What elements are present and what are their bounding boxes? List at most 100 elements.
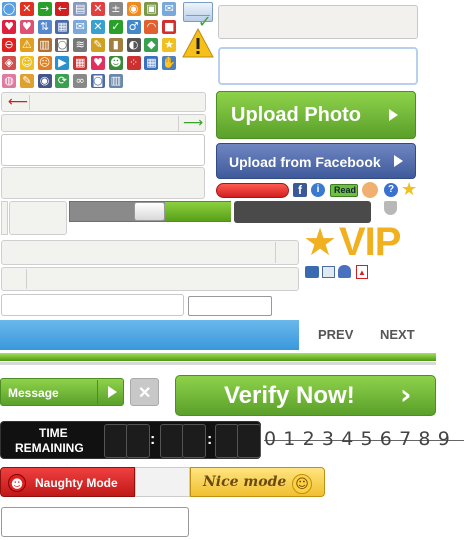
vip-star-icon: ★ [303, 220, 338, 264]
forward-arrow-icon[interactable]: ⟶ [183, 116, 203, 130]
link-icon: ∞ [73, 74, 88, 88]
play-arrow-icon [389, 109, 398, 121]
user-small-icon [338, 265, 351, 278]
play-arrow-icon [108, 386, 117, 398]
digit-glyph: 2 [302, 428, 315, 450]
eye-icon: ◉ [37, 74, 52, 88]
rainbow-icon: ◠ [144, 20, 159, 34]
input-field-b[interactable] [188, 296, 272, 316]
calendar-small-icon [322, 266, 335, 278]
timer-line1: TIME [39, 426, 68, 440]
photo-icon: ◙ [91, 74, 105, 88]
text-box-2[interactable] [1, 167, 205, 199]
picture-icon: ▣ [144, 2, 159, 16]
digit-glyph: 0 [264, 428, 277, 450]
smile-icon: ☺ [19, 56, 34, 70]
digit-glyph: 3 [321, 428, 334, 450]
red-x-icon: ✕ [19, 2, 34, 16]
speech-bubble-icon: ◯ [2, 2, 16, 16]
timer-digit [182, 424, 206, 458]
envelope-icon: ✉ [162, 2, 177, 16]
toggle-square[interactable] [1, 201, 8, 235]
people-icon: ☻ [108, 56, 123, 70]
input-row[interactable]: ⟶ [1, 114, 206, 132]
verify-label: Verify Now! [224, 382, 355, 409]
heart-small-icon: ♥ [91, 56, 105, 70]
thumb-icon: ✋ [162, 56, 177, 70]
basket-icon: ▥ [108, 74, 123, 88]
prev-link[interactable]: PREV [318, 327, 353, 342]
digit-glyph: 9 [437, 428, 450, 450]
digit-glyph: 4 [341, 428, 354, 450]
back-arrow-icon[interactable]: ⟵ [8, 95, 28, 109]
toggle-icon: ◐ [126, 38, 141, 52]
select-box[interactable] [9, 201, 67, 235]
dots-icon: ⁘ [126, 56, 141, 70]
angel-face-icon: ☺ [292, 474, 312, 494]
gray-divider [0, 362, 436, 365]
timer-digit [104, 424, 128, 458]
digit-glyph: 8 [418, 428, 431, 450]
upload-photo-label: Upload Photo [231, 104, 361, 126]
slider-handle[interactable] [134, 202, 165, 221]
message-label: Message [8, 386, 59, 400]
devil-face-icon: ☻ [8, 474, 26, 492]
verify-now-button[interactable]: Verify Now! › [175, 375, 436, 416]
timer-sep2: : [207, 431, 213, 448]
read-badge: Read [330, 184, 358, 197]
digit-strip: 0123456789 [264, 424, 464, 456]
mode-divider [135, 467, 190, 497]
heart-icon: ♥ [2, 20, 16, 34]
wide-panel-1 [1, 240, 299, 265]
naughty-mode-toggle[interactable]: ☻ Naughty Mode [0, 467, 135, 497]
star-gold-icon: ★ [401, 179, 418, 200]
bottom-input[interactable] [1, 507, 189, 537]
text-area-top[interactable] [218, 5, 418, 39]
help-icon[interactable]: ? [384, 183, 398, 197]
slider-fill [165, 202, 231, 221]
tag-icon: ◆ [144, 38, 159, 52]
digit-glyph: 7 [399, 428, 412, 450]
upload-facebook-label: Upload from Facebook [229, 154, 381, 170]
cake-icon: ◍ [2, 74, 16, 88]
checkmark-icon: ✓ [108, 20, 123, 34]
blue-header-bar [0, 320, 299, 350]
sad-icon: ☹ [37, 56, 52, 70]
cube-icon: ◈ [2, 56, 16, 70]
progress-slider[interactable] [69, 201, 231, 222]
message-button[interactable]: Message [0, 378, 124, 406]
wifi-icon: ≋ [73, 38, 88, 52]
calendar-icon: ▦ [73, 56, 88, 70]
digit-glyph: 5 [360, 428, 373, 450]
facebook-icon[interactable]: f [293, 183, 307, 197]
input-field-a[interactable] [1, 294, 184, 316]
text-box-1[interactable] [1, 134, 205, 166]
timer-digit [215, 424, 239, 458]
timer-digit [126, 424, 150, 458]
play-icon: ▶ [55, 56, 70, 70]
vip-label: VIP [339, 220, 401, 264]
next-link[interactable]: NEXT [380, 327, 415, 342]
upload-photo-button[interactable]: Upload Photo [216, 91, 416, 139]
plus-minus-icon: ± [108, 2, 123, 16]
gender-icon: ♂ [126, 20, 141, 34]
book-open-icon [305, 266, 319, 278]
upload-facebook-button[interactable]: Upload from Facebook [216, 143, 416, 179]
star-icon: ★ [162, 38, 177, 52]
warning-large-icon [182, 27, 214, 58]
mail-icon: ✉ [73, 20, 88, 34]
nice-label: Nice mode [203, 474, 287, 490]
remove-icon: ✕ [91, 20, 105, 34]
document-icon: ▤ [73, 2, 88, 16]
timer-line2: REMAINING [15, 441, 84, 455]
info-icon[interactable]: i [311, 183, 325, 197]
red-pill-button[interactable] [216, 183, 289, 198]
green-arrow-right-icon: → [37, 2, 52, 16]
text-area-focused[interactable] [218, 47, 418, 85]
close-button[interactable]: ✕ [130, 378, 159, 406]
edit-pencil-icon: ✎ [19, 74, 34, 88]
nice-mode-toggle[interactable]: Nice mode ☺ [190, 467, 325, 497]
person-icon [362, 182, 378, 198]
save-icon: ▦ [55, 20, 70, 34]
refresh-icon: ⟳ [55, 74, 70, 88]
